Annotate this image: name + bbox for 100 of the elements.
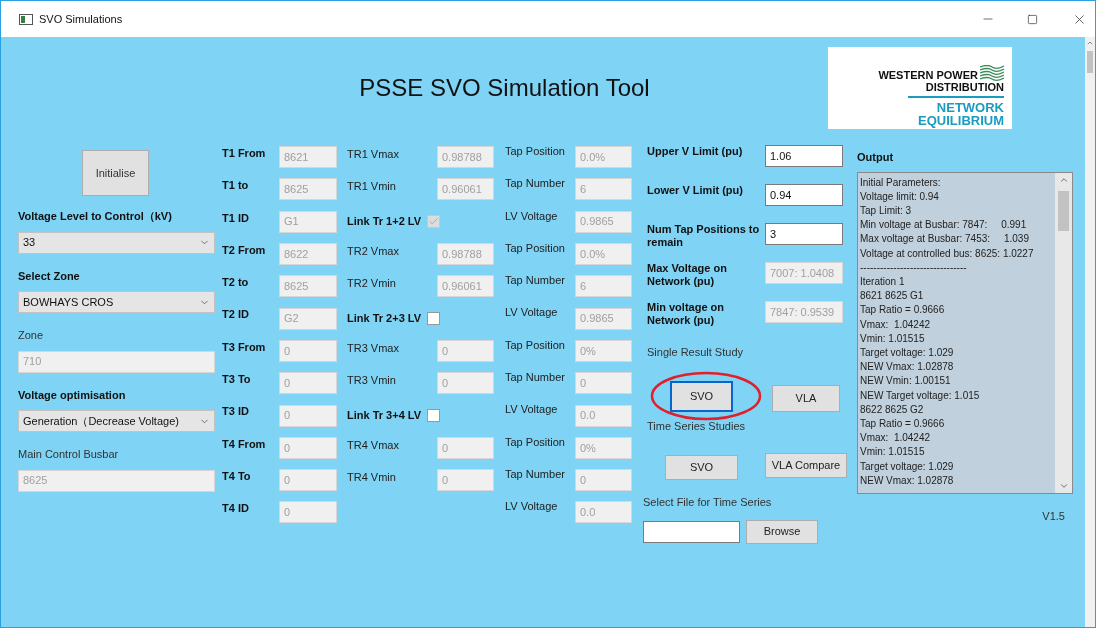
output-line: Tap Ratio = 0.9666 — [860, 303, 946, 318]
app-icon — [19, 13, 33, 25]
text-field[interactable]: 0 — [279, 436, 337, 459]
checkbox[interactable] — [427, 312, 441, 326]
output-line: Voltage limit: 0.94 — [860, 189, 940, 204]
initialise-button[interactable]: Initialise — [82, 150, 149, 196]
action-button[interactable]: SVO — [670, 380, 733, 412]
tap-label: Tap Position — [505, 337, 566, 353]
text-field[interactable]: 0.0% — [575, 243, 632, 266]
output-line: Min voltage at Busbar: 7847: 0.991 — [860, 218, 1028, 233]
dropdown[interactable]: BOWHAYS CROS — [18, 291, 215, 313]
tap-label: LV Voltage — [505, 305, 559, 321]
file-label: Select File for Time Series — [643, 495, 773, 510]
voltage-label: TR3 Vmin — [347, 373, 397, 389]
text-field[interactable]: 0.9865 — [575, 210, 632, 233]
output-line: Target voltage: 1.029 — [860, 459, 955, 474]
tap-label: LV Voltage — [505, 499, 559, 515]
tap-label: Tap Number — [505, 176, 566, 192]
voltage-label: TR2 Vmin — [347, 276, 397, 292]
text-field[interactable]: 0% — [575, 339, 632, 362]
dropdown[interactable]: 33 — [18, 231, 215, 254]
field-label: Voltage optimisation — [18, 387, 127, 403]
tap-label: Tap Number — [505, 370, 566, 386]
text-field[interactable]: 0% — [575, 436, 632, 459]
output-line: 8622 8625 G2 — [860, 402, 925, 417]
text-field[interactable]: G1 — [279, 210, 337, 233]
text-field[interactable]: 0.96061 — [437, 275, 494, 298]
text-field[interactable]: 0 — [279, 404, 337, 427]
output-line: Voltage at controlled bus: 8625: 1.0227 — [860, 246, 1035, 261]
text-field[interactable]: 8622 — [279, 243, 337, 266]
transformer-label: T3 From — [222, 339, 267, 355]
text-field[interactable]: 0 — [279, 501, 337, 524]
text-field[interactable]: 0 — [437, 436, 494, 459]
transformer-label: T1 ID — [222, 210, 250, 226]
text-field[interactable]: 0 — [279, 339, 337, 362]
transformer-label: T3 ID — [222, 404, 250, 420]
voltage-label: TR1 Vmax — [347, 147, 400, 163]
field-label: Main Control Busbar — [18, 447, 120, 462]
transformer-label: T4 ID — [222, 501, 250, 517]
transformer-label: T1 to — [222, 178, 250, 194]
output-line: Vmax: 1.04242 — [860, 317, 932, 332]
text-field[interactable]: 6 — [575, 178, 632, 201]
text-field[interactable]: 0.0% — [575, 146, 632, 169]
output-line: Vmin: 1.01515 — [860, 331, 926, 346]
section-label: Single Result Study — [647, 345, 744, 360]
action-button[interactable]: SVO — [665, 455, 738, 480]
text-field[interactable]: 3 — [765, 223, 843, 245]
scrollbar-thumb[interactable] — [1087, 51, 1093, 73]
text-field[interactable]: 0 — [279, 372, 337, 395]
text-field[interactable]: 0.96061 — [437, 178, 494, 201]
text-field[interactable]: 8625 — [279, 275, 337, 298]
file-path-field[interactable] — [643, 520, 740, 543]
scroll-up-icon[interactable] — [1086, 39, 1094, 47]
output-line: 8621 8625 G1 — [860, 289, 925, 304]
text-field[interactable]: 0.0 — [575, 404, 632, 427]
text-field[interactable]: 710 — [18, 350, 215, 373]
scrollbar-thumb[interactable] — [1058, 190, 1069, 231]
transformer-label: T3 To — [222, 372, 252, 388]
text-field[interactable]: 8625 — [279, 178, 337, 201]
text-field[interactable]: 0 — [575, 469, 632, 492]
output-line: Tap Ratio = 0.9666 — [860, 416, 946, 431]
text-field[interactable]: 0 — [437, 339, 494, 362]
transformer-label: T2 From — [222, 242, 267, 258]
limit-label: Num Tap Positions to remain — [647, 223, 761, 249]
output-line: NEW Vmin: 1.00151 — [860, 374, 952, 389]
tap-label: Tap Position — [505, 434, 566, 450]
text-field[interactable]: 0.9865 — [575, 307, 632, 330]
text-field[interactable]: 8625 — [18, 469, 215, 492]
output-line: NEW Target voltage: 1.015 — [860, 388, 981, 403]
checkbox[interactable] — [427, 215, 441, 229]
window-scrollbar[interactable] — [1085, 37, 1095, 627]
voltage-label: TR3 Vmax — [347, 340, 400, 356]
text-field[interactable]: 0.98788 — [437, 146, 494, 169]
text-field[interactable]: 8621 — [279, 146, 337, 169]
text-field[interactable]: 0.98788 — [437, 243, 494, 266]
text-field[interactable]: 0 — [437, 469, 494, 492]
text-field[interactable]: G2 — [279, 307, 337, 330]
company-logo: WESTERN POWER DISTRIBUTION NETWORK EQUILIBRIUM — [828, 47, 1012, 129]
text-field[interactable]: 0 — [575, 372, 632, 395]
tap-label: Tap Position — [505, 240, 566, 256]
limit-label: Upper V Limit (pu) — [647, 145, 744, 158]
output-line: Tap Limit: 3 — [860, 203, 913, 218]
text-field[interactable]: 6 — [575, 275, 632, 298]
field-label: Voltage Level to Control（kV) — [18, 209, 173, 224]
transformer-label: T2 to — [222, 275, 250, 291]
text-field[interactable]: 0.0 — [575, 501, 632, 524]
dropdown[interactable]: Generation（Decrease Voltage) — [18, 410, 215, 432]
text-field[interactable]: 0 — [437, 372, 494, 395]
text-field[interactable]: 1.06 — [765, 145, 843, 167]
field-label: Zone — [18, 328, 45, 343]
maximize-icon[interactable] — [1027, 13, 1038, 25]
action-button[interactable]: VLA Compare — [765, 453, 847, 478]
output-line: Iteration 1 — [860, 274, 906, 289]
text-field[interactable]: 0.94 — [765, 184, 843, 206]
text-field[interactable]: 0 — [279, 469, 337, 492]
browse-button[interactable]: Browse — [746, 519, 818, 544]
scrollbar[interactable] — [1055, 172, 1072, 493]
tap-label: LV Voltage — [505, 402, 559, 418]
checkbox[interactable] — [427, 409, 441, 422]
action-button[interactable]: VLA — [772, 384, 840, 412]
